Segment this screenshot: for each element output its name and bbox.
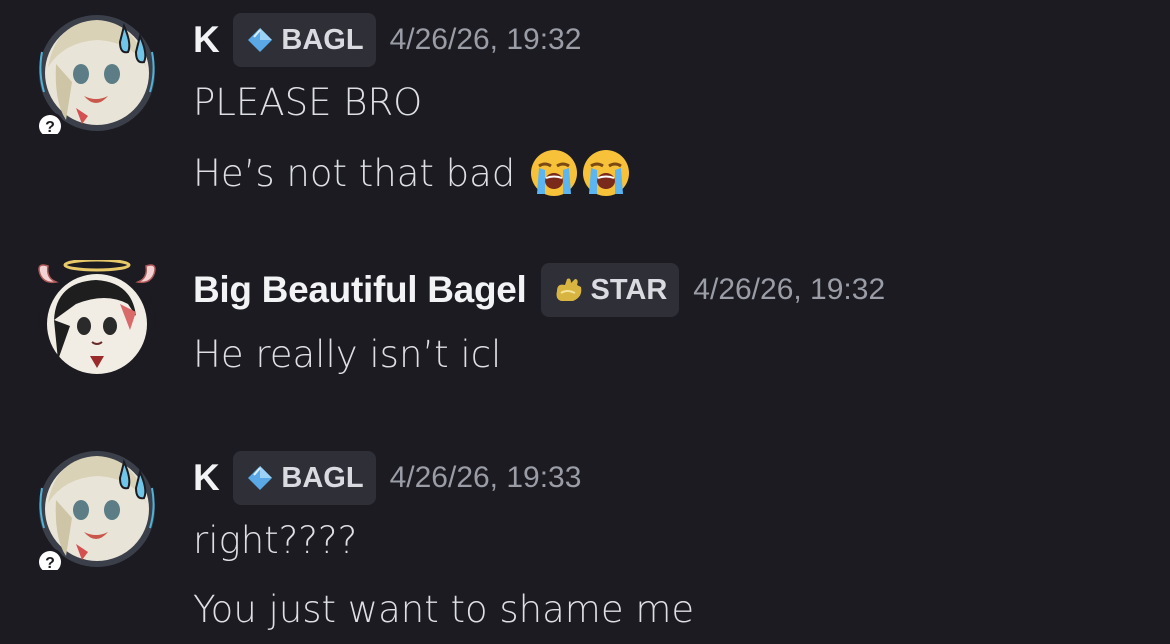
message-header: K BAGL 4/26/26, 19:33 — [193, 450, 581, 506]
message-line: right???? — [193, 518, 358, 562]
message-timestamp: 4/26/26, 19:32 — [693, 273, 886, 306]
author-name[interactable]: K — [193, 19, 220, 61]
message-line: He’s not that bad — [193, 148, 631, 198]
loudly-crying-face-icon — [581, 148, 631, 198]
svg-text:?: ? — [45, 119, 55, 134]
author-name[interactable]: Big Beautiful Bagel — [193, 269, 527, 311]
loudly-crying-face-icon — [529, 148, 579, 198]
blue-droplet-icon — [245, 25, 275, 55]
guild-tag[interactable]: BAGL — [233, 451, 376, 505]
guild-tag[interactable]: STAR — [540, 263, 680, 317]
message-line: PLEASE BRO — [193, 80, 423, 124]
blue-droplet-icon — [245, 463, 275, 493]
svg-text:?: ? — [45, 555, 55, 570]
message-text: He’s not that bad — [193, 151, 516, 195]
message-line: You just want to shame me — [193, 587, 695, 631]
guild-tag-label: BAGL — [281, 461, 364, 494]
message-line: He really isn’t icl — [193, 332, 502, 376]
message-header: Big Beautiful Bagel STAR 4/26/26, 19:32 — [193, 262, 885, 318]
guild-tag-label: BAGL — [281, 23, 364, 56]
user-avatar[interactable]: ? — [36, 12, 158, 134]
user-avatar[interactable]: ? — [36, 448, 158, 570]
gold-hand-icon — [553, 275, 585, 305]
guild-tag[interactable]: BAGL — [233, 13, 376, 67]
author-name[interactable]: K — [193, 457, 220, 499]
message-header: K BAGL 4/26/26, 19:32 — [193, 12, 581, 68]
user-avatar[interactable] — [36, 260, 158, 382]
chat-message-list: ? K BAGL 4/26/26, 19:32 PLEASE BRO He’s … — [0, 0, 1170, 644]
guild-tag-label: STAR — [590, 273, 668, 306]
message-timestamp: 4/26/26, 19:33 — [389, 461, 582, 494]
message-timestamp: 4/26/26, 19:32 — [389, 23, 582, 56]
